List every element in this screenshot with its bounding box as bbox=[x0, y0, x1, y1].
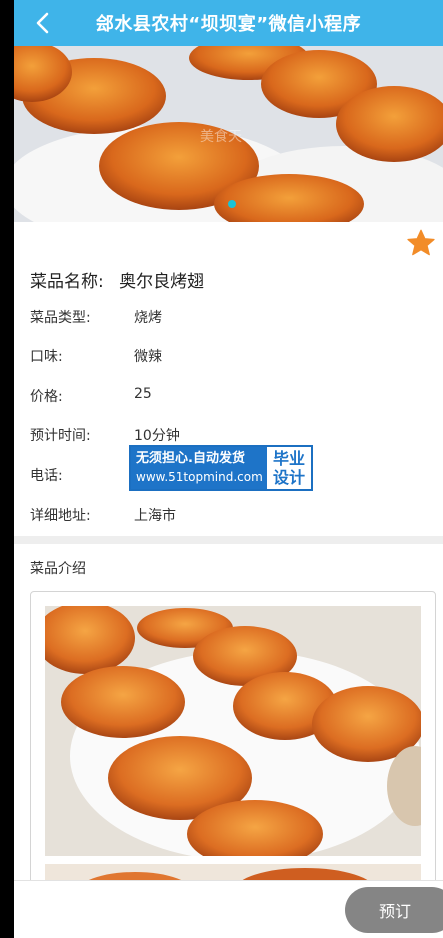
banner-watermark: 美食天 bbox=[200, 128, 242, 145]
info-value: 微辣 bbox=[134, 349, 162, 365]
info-label: 预计时间: bbox=[30, 428, 91, 444]
info-label: 口味: bbox=[30, 349, 63, 365]
info-label: 电话: bbox=[30, 468, 63, 484]
info-value: 上海市 bbox=[134, 508, 176, 524]
info-label: 详细地址: bbox=[30, 508, 91, 524]
dish-name-value: 奥尔良烤翅 bbox=[119, 272, 205, 292]
ad-badge-right: 毕业 设计 bbox=[267, 447, 311, 489]
ad-url: www.51topmind.com bbox=[136, 470, 263, 484]
app-frame: 郐水县农村“坝坝宴”微信小程序 美食天 菜品名称: 奥尔良烤翅 菜品类型: 烧烤… bbox=[14, 0, 443, 938]
intro-section-title: 菜品介绍 bbox=[30, 561, 86, 577]
info-value: 25 bbox=[134, 386, 152, 402]
watermark-ad-badge: 无须担心.自动发货 www.51topmind.com 毕业 设计 bbox=[129, 445, 313, 491]
info-label: 菜品类型: bbox=[30, 310, 91, 326]
roast-wings-photo: 美食天 bbox=[14, 46, 443, 222]
intro-image bbox=[45, 606, 421, 856]
bottom-action-bar: 预订 bbox=[14, 880, 443, 938]
info-value: 10分钟 bbox=[134, 428, 180, 444]
star-icon bbox=[407, 229, 435, 256]
dish-name-label: 菜品名称: bbox=[30, 272, 104, 292]
ad-slogan: 无须担心.自动发货 bbox=[136, 451, 245, 466]
intro-card bbox=[30, 591, 436, 891]
ad-badge-left: 无须担心.自动发货 www.51topmind.com bbox=[131, 447, 267, 489]
page-title: 郐水县农村“坝坝宴”微信小程序 bbox=[95, 14, 362, 35]
roast-wings-detail-photo bbox=[45, 606, 421, 856]
book-button[interactable]: 预订 bbox=[345, 887, 443, 933]
ad-right-line2: 设计 bbox=[272, 468, 305, 487]
ad-right-line1: 毕业 bbox=[272, 449, 305, 468]
carousel-indicator-dot[interactable] bbox=[228, 200, 236, 208]
info-label: 价格: bbox=[30, 389, 63, 405]
dish-banner-carousel[interactable]: 美食天 bbox=[14, 46, 443, 222]
section-divider bbox=[14, 536, 443, 544]
title-bar: 郐水县农村“坝坝宴”微信小程序 bbox=[14, 0, 443, 46]
back-button[interactable] bbox=[28, 8, 58, 38]
favorite-star-button[interactable] bbox=[406, 228, 436, 258]
chevron-left-icon bbox=[36, 12, 49, 34]
info-value: 烧烤 bbox=[134, 310, 162, 326]
dish-name-row: 菜品名称: 奥尔良烤翅 bbox=[30, 267, 204, 292]
